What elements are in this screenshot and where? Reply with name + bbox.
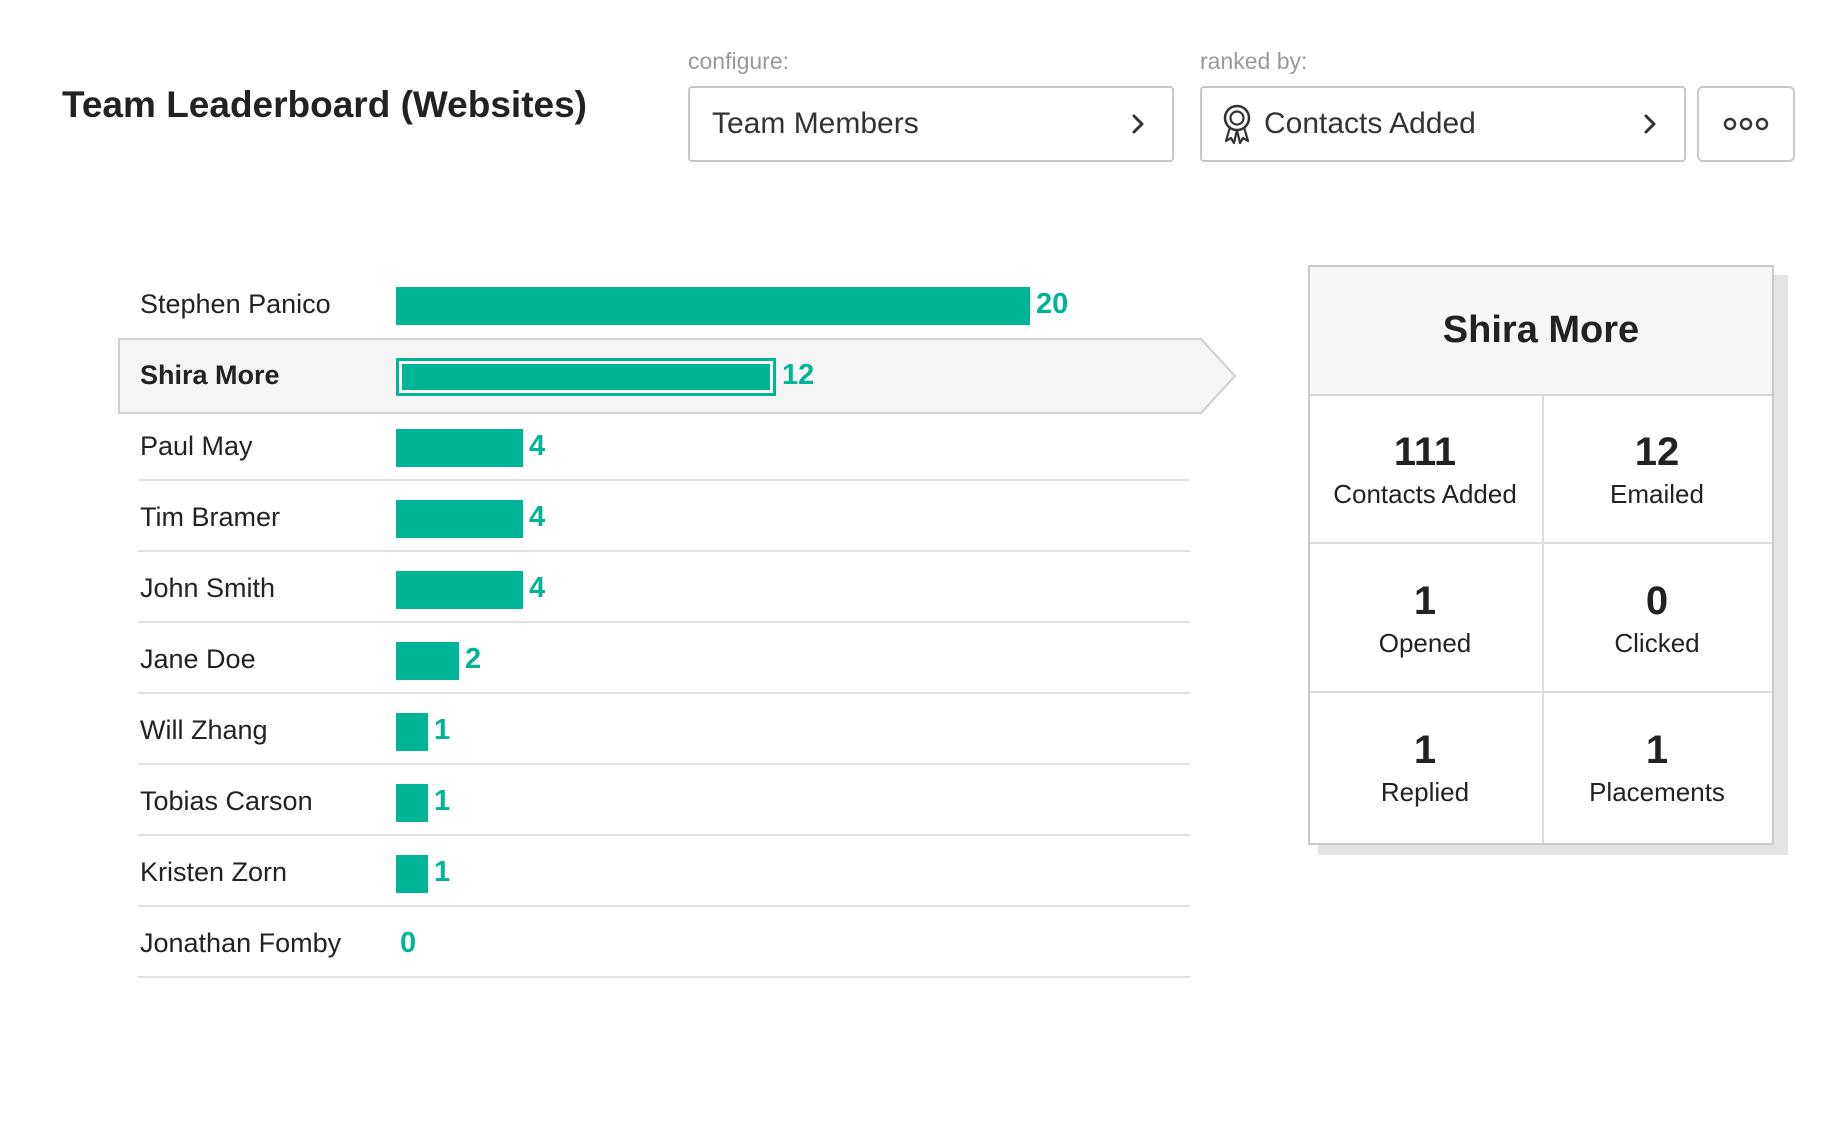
value-bar xyxy=(396,429,523,467)
more-options-icon xyxy=(1722,117,1770,131)
value-label: 4 xyxy=(529,572,546,604)
stat-value: 0 xyxy=(1645,579,1669,623)
chevron-right-icon xyxy=(1630,104,1670,144)
stat-label: Emailed xyxy=(1610,479,1704,509)
leaderboard-row[interactable]: Jonathan Fomby 0 xyxy=(138,908,1190,978)
leaderboard-row[interactable]: John Smith 4 xyxy=(138,553,1190,623)
stat-label: Placements xyxy=(1589,777,1725,807)
leaderboard-row[interactable]: Will Zhang 1 xyxy=(138,695,1190,765)
stat-value: 111 xyxy=(1393,430,1457,474)
stat-label: Clicked xyxy=(1614,628,1700,658)
stat-value: 1 xyxy=(1413,579,1437,623)
member-name: Tobias Carson xyxy=(140,786,313,816)
member-name: Shira More xyxy=(140,360,280,390)
stat-value: 12 xyxy=(1634,430,1680,474)
card-title: Shira More xyxy=(1310,267,1772,396)
value-label: 1 xyxy=(434,856,451,888)
leaderboard-row[interactable]: Shira More 12 xyxy=(138,340,1190,410)
stat-contacts-added: 111 Contacts Added xyxy=(1310,394,1540,542)
value-bar xyxy=(396,713,428,751)
leaderboard-row[interactable]: Paul May 4 xyxy=(138,411,1190,481)
member-name: Stephen Panico xyxy=(140,289,331,319)
leaderboard-row[interactable]: Tim Bramer 4 xyxy=(138,482,1190,552)
value-bar xyxy=(396,784,428,822)
value-bar xyxy=(396,500,523,538)
member-name: John Smith xyxy=(140,573,276,603)
stat-emailed: 12 Emailed xyxy=(1542,394,1772,542)
more-options-button[interactable] xyxy=(1697,86,1795,162)
value-bar xyxy=(396,642,459,680)
member-stats-card: Shira More 111 Contacts Added 12 Emailed… xyxy=(1308,265,1774,845)
value-label: 0 xyxy=(400,927,417,959)
member-name: Kristen Zorn xyxy=(140,857,288,887)
value-label: 2 xyxy=(465,643,482,675)
value-label: 4 xyxy=(529,430,546,462)
stat-value: 1 xyxy=(1645,728,1669,772)
leaderboard-row[interactable]: Stephen Panico 20 xyxy=(138,269,1190,339)
stat-label: Opened xyxy=(1378,628,1472,658)
stat-label: Contacts Added xyxy=(1333,479,1517,509)
value-bar xyxy=(396,571,523,609)
value-label: 20 xyxy=(1036,288,1069,320)
leaderboard-row[interactable]: Jane Doe 2 xyxy=(138,624,1190,694)
value-label: 1 xyxy=(434,714,451,746)
value-label: 4 xyxy=(529,501,546,533)
leaderboard-row[interactable]: Tobias Carson 1 xyxy=(138,766,1190,836)
value-bar xyxy=(396,287,1030,325)
member-name: Jane Doe xyxy=(140,644,256,674)
leaderboard-row[interactable]: Kristen Zorn 1 xyxy=(138,837,1190,907)
leaderboard-chart: Stephen Panico 20 Shira More 12 Paul May 4 Tim… xyxy=(0,0,1240,1128)
member-name: Will Zhang xyxy=(140,715,268,745)
stat-replied: 1 Replied xyxy=(1310,692,1540,840)
stat-opened: 1 Opened xyxy=(1310,543,1540,691)
member-name: Jonathan Fomby xyxy=(140,928,342,958)
member-name: Tim Bramer xyxy=(140,502,280,532)
ranked-by-select[interactable]: Contacts Added xyxy=(1200,86,1686,162)
value-label: 12 xyxy=(782,359,815,391)
stat-clicked: 0 Clicked xyxy=(1542,543,1772,691)
stat-value: 1 xyxy=(1413,728,1437,772)
stat-label: Replied xyxy=(1380,777,1470,807)
member-name: Paul May xyxy=(140,431,253,461)
value-bar xyxy=(396,855,428,893)
value-label: 1 xyxy=(434,785,451,817)
stat-placements: 1 Placements xyxy=(1542,692,1772,840)
ranked-by-value: Contacts Added xyxy=(1264,107,1476,140)
value-bar xyxy=(396,358,776,396)
